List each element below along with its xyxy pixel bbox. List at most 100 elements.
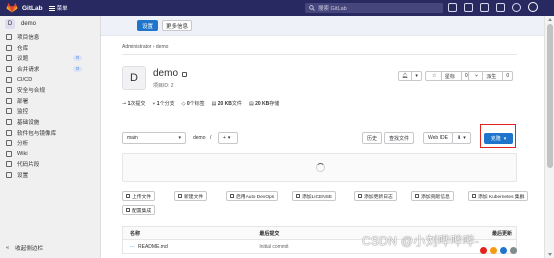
todos-icon[interactable]: [496, 2, 505, 12]
sidebar-item[interactable]: 分析: [0, 138, 100, 149]
sidebar-project-name: demo: [21, 21, 37, 27]
collapse-sidebar-button[interactable]: « 收起侧边栏: [6, 244, 43, 252]
quick-action-button[interactable]: 添加贡献信息: [411, 191, 454, 201]
stat-link[interactable]: ▤ 20 KB文件: [212, 100, 242, 107]
breadcrumb-current[interactable]: demo: [156, 44, 169, 50]
watermark: CSDN @小刘哔哔哔-: [362, 234, 480, 248]
quick-action-button[interactable]: 添加更新日志: [354, 191, 397, 201]
breadcrumb-parent[interactable]: Administrator: [122, 44, 151, 50]
tray-icon: [490, 247, 497, 254]
project-name: demo: [153, 68, 179, 79]
quick-action-icon: [472, 194, 476, 198]
scroll-down-icon[interactable]: [548, 253, 552, 256]
web-ide-button[interactable]: Web IDE: [423, 132, 453, 144]
main-menu-button[interactable]: 菜单: [48, 4, 68, 12]
chevron-down-icon: ▾: [411, 72, 421, 80]
stat-link[interactable]: ⑂ 1个分支: [152, 100, 174, 107]
sidebar-item[interactable]: 议题 0: [0, 53, 100, 64]
sidebar-item-label: 部署: [17, 98, 29, 105]
chevron-down-icon: ▾: [463, 135, 466, 141]
package-icon: [6, 129, 12, 136]
fork-button[interactable]: ⑂ 派生 0: [468, 71, 514, 81]
header-name: 名称: [130, 230, 141, 237]
sidebar-item[interactable]: 合并请求 0: [0, 64, 100, 75]
sidebar-item-label: 代码片段: [17, 162, 40, 169]
sidebar-item[interactable]: 安全与合规: [0, 85, 100, 96]
download-dropdown[interactable]: ⬇ ▾: [452, 132, 471, 144]
search-input[interactable]: 搜索 GitLab: [305, 3, 443, 13]
infrastructure-icon: [6, 119, 12, 126]
sidebar-item[interactable]: 设置: [0, 170, 100, 181]
sidebar-project-header[interactable]: D demo: [0, 16, 100, 32]
stat-label: 文件: [231, 101, 242, 107]
quick-action-button[interactable]: 添加 Kubernetes 集群: [468, 191, 529, 201]
file-icon: ⋯: [130, 243, 135, 250]
settings-icon: [6, 172, 12, 179]
tray-icon: [510, 247, 517, 254]
path-current[interactable]: demo: [193, 135, 206, 141]
notification-dropdown[interactable]: 🔔︎ ▾: [398, 71, 422, 81]
history-button[interactable]: 历史: [362, 132, 383, 144]
quick-action-label: 上传文件: [132, 194, 152, 200]
sidebar-item[interactable]: 软件包与镜像库: [0, 127, 100, 138]
add-to-tree-dropdown[interactable]: + ▾: [218, 132, 238, 144]
sidebar-item[interactable]: CI/CD: [0, 74, 100, 85]
deploy-icon: [6, 97, 12, 104]
quick-action-label: 配置集成: [132, 208, 152, 214]
plus-icon: +: [223, 135, 226, 141]
shield-icon: [6, 87, 12, 94]
search-placeholder: 搜索 GitLab: [318, 6, 347, 12]
chart-icon: [6, 140, 12, 147]
sidebar-item-label: 基础设施: [17, 120, 40, 127]
collapse-icon: «: [6, 245, 10, 251]
project-stats: ⊸ 1次提交 ⑂ 1个分支 ◇ 0个标签 ▤ 20 KB文件 ▤ 20 KB存储: [122, 100, 279, 107]
repository-icon: [6, 44, 12, 51]
quick-action-icon: [415, 194, 419, 198]
stat-link[interactable]: ◇ 0个标签: [182, 100, 205, 107]
quick-action-label: 添加更新日志: [364, 194, 393, 200]
count-badge: 0: [73, 55, 82, 62]
scroll-up-icon[interactable]: [548, 18, 552, 21]
stat-value: 20 KB: [255, 101, 270, 107]
quick-action-button[interactable]: 上传文件: [122, 191, 156, 201]
issues-icon: [6, 55, 12, 62]
plus-icon[interactable]: [448, 2, 457, 12]
sidebar-item[interactable]: 监控: [0, 106, 100, 117]
alert-more-info-button[interactable]: 更多信息: [162, 20, 192, 31]
search-icon: [309, 5, 315, 11]
divider: [122, 54, 517, 55]
quick-action-button[interactable]: 配置集成: [122, 205, 156, 215]
sidebar-item[interactable]: Wiki: [0, 149, 100, 160]
merge-requests-icon[interactable]: [480, 2, 489, 12]
sidebar-item[interactable]: 项目信息: [0, 32, 100, 43]
help-icon[interactable]: [512, 2, 521, 12]
fork-count: 0: [502, 72, 512, 80]
sidebar-item-label: Wiki: [17, 150, 28, 157]
find-file-button[interactable]: 查找文件: [384, 132, 415, 144]
sidebar-item-label: 仓库: [17, 45, 29, 52]
quick-action-button[interactable]: 启用Auto DevOps: [226, 191, 279, 201]
branch-selector[interactable]: main ▾: [122, 132, 186, 144]
chevron-down-icon: ▾: [227, 135, 231, 141]
user-avatar[interactable]: [528, 2, 538, 12]
scrollbar-thumb[interactable]: [547, 24, 553, 168]
issues-icon[interactable]: [464, 2, 473, 12]
quick-action-button[interactable]: 添加LICENSE: [292, 191, 337, 201]
star-button[interactable]: ☆ 星标 0: [425, 71, 472, 81]
alert-settings-button[interactable]: 设置: [137, 20, 158, 31]
sidebar-item-label: 监控: [17, 109, 29, 116]
breadcrumb: Administrator › demo: [122, 44, 168, 50]
quick-action-label: 启用Auto DevOps: [236, 194, 275, 200]
stat-link[interactable]: ▤ 20 KB存储: [249, 100, 279, 107]
quick-action-button[interactable]: 新建文件: [174, 191, 208, 201]
page-scrollbar[interactable]: [544, 16, 554, 258]
stat-link[interactable]: ⊸ 1次提交: [122, 100, 145, 107]
file-name[interactable]: README.md: [138, 244, 168, 250]
sidebar-item[interactable]: 代码片段: [0, 159, 100, 170]
sidebar-item[interactable]: 部署: [0, 96, 100, 107]
main-content: 设置 更多信息 Administrator › demo D demo 项目ID…: [101, 16, 544, 258]
sidebar-nav: 项目信息仓库 议题 0 合并请求 0 CI/CD 安全与合规部署监控基础设施 软件包与镜像库分…: [0, 32, 100, 180]
sidebar-item[interactable]: 仓库: [0, 43, 100, 54]
gitlab-home-link[interactable]: GitLab 菜单: [0, 3, 70, 13]
sidebar-item[interactable]: 基础设施: [0, 117, 100, 128]
